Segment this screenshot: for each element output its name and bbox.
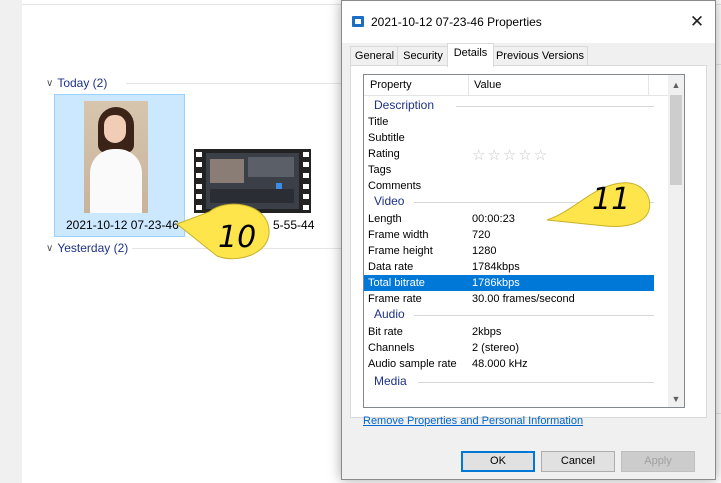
list-item[interactable]: Title <box>364 114 654 130</box>
list-item[interactable]: Data rate 1784kbps <box>364 259 654 275</box>
section-description: Description <box>374 98 435 112</box>
scrollbar-thumb[interactable] <box>670 95 682 185</box>
photo-thumbnail <box>84 101 148 213</box>
file-caption-video[interactable]: 5-55-44 <box>273 218 314 232</box>
property-value: 2 (stereo) <box>472 342 520 354</box>
property-name: Comments <box>368 180 422 192</box>
tab-previous-versions[interactable]: Previous Versions <box>492 46 588 66</box>
group-header-yesterday[interactable]: ∨ Yesterday (2) <box>46 241 128 255</box>
section-audio: Audio <box>374 307 405 321</box>
property-name: Length <box>368 213 402 225</box>
property-name: Rating <box>368 148 400 160</box>
section-video: Video <box>374 194 405 208</box>
list-header: Property Value <box>364 75 668 96</box>
section-line <box>414 315 654 316</box>
property-name: Channels <box>368 342 415 354</box>
property-value: 1280 <box>472 245 497 257</box>
remove-properties-link[interactable]: Remove Properties and Personal Informati… <box>363 415 583 427</box>
list-item[interactable]: Channels 2 (stereo) <box>364 340 654 356</box>
callout-11-number: 11 <box>592 182 631 217</box>
file-item-photo[interactable]: 2021-10-12 07-23-46 <box>54 94 185 237</box>
section-line <box>418 382 654 383</box>
property-value: 2kbps <box>472 326 502 338</box>
scroll-up-icon[interactable]: ▲ <box>668 77 684 93</box>
group-divider-today <box>126 83 356 84</box>
property-name: Bit rate <box>368 326 403 338</box>
chevron-down-icon: ∨ <box>46 242 54 254</box>
list-item[interactable]: Tags <box>364 162 654 178</box>
tab-general[interactable]: General <box>350 46 399 66</box>
list-item[interactable]: Frame height 1280 <box>364 243 654 259</box>
property-value: 1784kbps <box>472 261 520 273</box>
column-separator[interactable] <box>648 75 649 95</box>
property-name: Total bitrate <box>368 277 425 289</box>
scroll-down-icon[interactable]: ▼ <box>668 391 684 407</box>
list-item[interactable]: Bit rate 2kbps <box>364 324 654 340</box>
property-value: 00:00:23 <box>472 213 515 225</box>
property-name: Audio sample rate <box>368 358 457 370</box>
properties-dialog: 2021-10-12 07-23-46 Properties ✕ General… <box>341 0 716 480</box>
tab-details[interactable]: Details <box>447 43 494 67</box>
close-button[interactable]: ✕ <box>679 7 715 37</box>
tab-security[interactable]: Security <box>397 46 449 66</box>
video-file-icon <box>352 16 364 27</box>
vertical-scrollbar[interactable]: ▲ ▼ <box>668 75 684 407</box>
dialog-title: 2021-10-12 07-23-46 Properties <box>371 15 542 29</box>
property-value: 48.000 kHz <box>472 358 528 370</box>
callout-10-number: 10 <box>218 220 257 255</box>
section-media: Media <box>374 374 407 388</box>
cancel-button[interactable]: Cancel <box>541 451 615 472</box>
property-name: Frame rate <box>368 293 422 305</box>
column-header-property[interactable]: Property <box>370 79 412 91</box>
list-item-selected[interactable]: Total bitrate 1786kbps <box>364 275 654 291</box>
list-item[interactable]: Audio sample rate 48.000 kHz <box>364 356 654 372</box>
property-value: 30.00 frames/second <box>472 293 575 305</box>
apply-button[interactable]: Apply <box>621 451 695 472</box>
group-label-today: Today (2) <box>57 76 108 90</box>
list-item[interactable]: Frame rate 30.00 frames/second <box>364 291 654 307</box>
file-caption-photo: 2021-10-12 07-23-46 <box>66 218 179 232</box>
properties-list[interactable]: Property Value Description Title Subtitl… <box>363 74 685 408</box>
film-holes-right <box>301 149 311 213</box>
list-item[interactable]: Rating ☆☆☆☆☆ <box>364 146 654 164</box>
property-name: Subtitle <box>368 132 405 144</box>
property-name: Tags <box>368 164 392 176</box>
property-name: Title <box>368 116 389 128</box>
property-name: Data rate <box>368 261 414 273</box>
chevron-down-icon: ∨ <box>46 77 54 89</box>
property-value: 1786kbps <box>472 277 520 289</box>
group-header-today[interactable]: ∨ Today (2) <box>46 76 107 90</box>
dialog-titlebar[interactable]: 2021-10-12 07-23-46 Properties ✕ <box>342 1 715 43</box>
group-label-yesterday: Yesterday (2) <box>57 241 129 255</box>
column-separator[interactable] <box>468 75 469 95</box>
property-name: Frame width <box>368 229 429 241</box>
section-line <box>456 106 654 107</box>
column-header-value[interactable]: Value <box>474 79 501 91</box>
list-item[interactable]: Subtitle <box>364 130 654 146</box>
ok-button[interactable]: OK <box>461 451 535 472</box>
property-name: Frame height <box>368 245 433 257</box>
property-value: 720 <box>472 229 491 241</box>
details-panel: Property Value Description Title Subtitl… <box>350 65 707 418</box>
